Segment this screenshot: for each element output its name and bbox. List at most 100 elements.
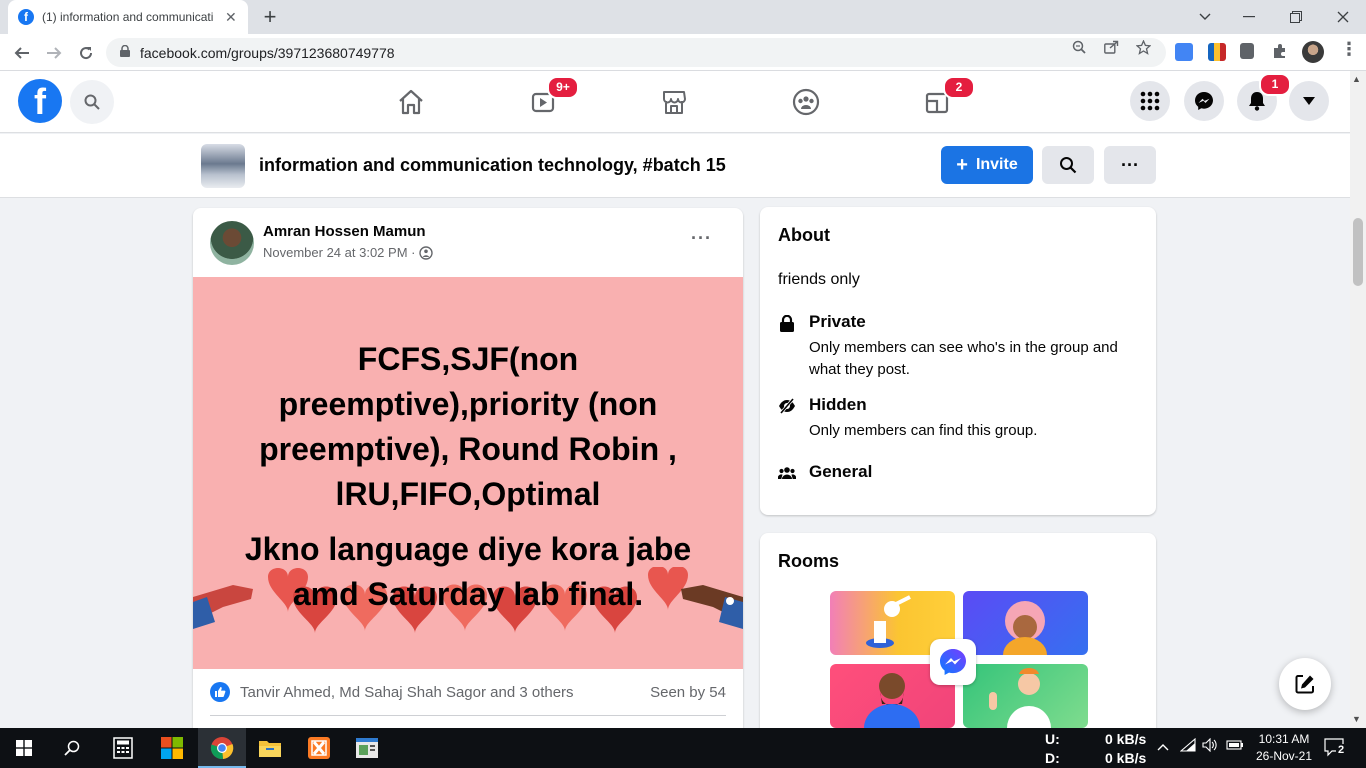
address-bar[interactable]: facebook.com/groups/397123680749778	[106, 38, 1166, 67]
watch-nav-button[interactable]: 9+	[525, 76, 579, 120]
new-tab-button[interactable]: +	[258, 5, 282, 29]
google-translate-icon[interactable]	[1175, 43, 1193, 61]
watch-badge: 9+	[547, 76, 579, 99]
tray-chevron-up-icon[interactable]	[1157, 738, 1169, 754]
post-meta: November 24 at 3:02 PM ·	[263, 245, 434, 260]
window-app-icon[interactable]	[353, 734, 381, 762]
back-button[interactable]	[8, 39, 36, 67]
xampp-app-icon[interactable]	[305, 734, 333, 762]
home-nav-button[interactable]	[393, 84, 429, 120]
minimize-button[interactable]	[1226, 0, 1272, 34]
browser-menu-icon[interactable]: ⋮	[1340, 39, 1358, 60]
reactions-names[interactable]: Tanvir Ahmed, Md Sahaj Shah Sagor and 3 …	[240, 684, 574, 701]
gaming-nav-button[interactable]: 2	[919, 76, 975, 120]
copy-extension-icon[interactable]	[1240, 43, 1254, 59]
notifications-badge: 1	[1259, 73, 1291, 96]
reactions-summary[interactable]: Tanvir Ahmed, Md Sahaj Shah Sagor and 3 …	[210, 682, 574, 702]
tab-title: (1) information and communicati	[42, 10, 214, 24]
group-cover-thumbnail[interactable]	[201, 144, 245, 188]
about-card: About friends only Private Only members …	[760, 207, 1156, 515]
facebook-search-button[interactable]	[70, 80, 114, 124]
invite-button[interactable]: + Invite	[941, 146, 1033, 184]
groups-nav-button[interactable]	[788, 84, 824, 120]
group-more-button[interactable]: ···	[1104, 146, 1156, 184]
about-item-title: Private	[809, 312, 866, 331]
post-timestamp[interactable]: November 24 at 3:02 PM ·	[263, 245, 415, 260]
eye-slash-icon	[778, 397, 796, 415]
reload-button[interactable]	[72, 39, 100, 67]
audience-friends-icon	[419, 245, 434, 260]
battery-icon[interactable]	[1226, 738, 1244, 754]
search-icon	[1060, 157, 1077, 174]
windows-start-icon[interactable]	[10, 734, 38, 762]
about-item-subtitle: Only members can see who's in the group …	[809, 339, 1118, 378]
restore-button[interactable]	[1273, 0, 1319, 34]
author-avatar[interactable]	[210, 221, 254, 265]
page-scrollbar[interactable]	[1350, 71, 1366, 728]
url-text[interactable]: facebook.com/groups/397123680749778	[140, 45, 395, 61]
taskbar-search-icon[interactable]	[58, 734, 86, 762]
action-center-count: 2	[1336, 744, 1347, 756]
home-icon	[399, 89, 423, 115]
post-image-text-topics: FCFS,SJF(non preemptive),priority (non p…	[259, 341, 677, 512]
office-app-icon[interactable]	[158, 734, 186, 762]
scroll-down-arrow-icon[interactable]: ▼	[1352, 714, 1361, 724]
share-icon[interactable]	[1104, 40, 1119, 57]
calculator-app-icon[interactable]	[109, 734, 137, 762]
post-divider	[210, 715, 726, 716]
new-message-button[interactable]	[1279, 658, 1331, 710]
messenger-icon	[1195, 92, 1213, 110]
extensions-puzzle-icon[interactable]	[1272, 43, 1290, 61]
page-scrollbar-thumb[interactable]	[1353, 218, 1363, 286]
lock-icon[interactable]	[120, 44, 130, 60]
about-description: friends only	[778, 271, 860, 288]
volume-icon[interactable]	[1202, 737, 1218, 755]
network-speed-labels: U: D:	[1045, 730, 1060, 768]
facebook-logo[interactable]: f	[18, 79, 62, 123]
post-more-button[interactable]: ···	[691, 228, 712, 249]
wifi-icon[interactable]	[1179, 737, 1196, 755]
close-tab-icon[interactable]: ✕	[225, 9, 237, 26]
zoom-icon[interactable]	[1072, 40, 1086, 57]
search-icon	[84, 94, 100, 110]
close-window-button[interactable]	[1320, 0, 1366, 34]
people-icon	[778, 464, 796, 482]
post-card: Amran Hossen Mamun November 24 at 3:02 P…	[193, 208, 743, 738]
room-illustration-tile	[963, 591, 1088, 655]
forward-button[interactable]	[40, 39, 68, 67]
facebook-header: f 9+ 2 1	[0, 71, 1350, 133]
messenger-rooms-icon	[930, 639, 976, 685]
browser-tab[interactable]: f (1) information and communicati ✕	[8, 0, 248, 34]
post-image[interactable]: FCFS,SJF(non preemptive),priority (non p…	[193, 277, 743, 669]
file-explorer-icon[interactable]	[256, 734, 284, 762]
grid-menu-icon	[1140, 91, 1160, 111]
caret-down-icon	[1303, 97, 1315, 105]
flag-extension-icon[interactable]	[1208, 43, 1226, 61]
group-search-button[interactable]	[1042, 146, 1094, 184]
action-center-button[interactable]: 2	[1324, 737, 1347, 760]
about-title: About	[778, 225, 830, 245]
profile-avatar[interactable]	[1302, 41, 1324, 63]
notifications-button[interactable]: 1	[1237, 73, 1291, 121]
chrome-app-icon[interactable]	[208, 734, 236, 762]
post-author[interactable]: Amran Hossen Mamun	[263, 223, 426, 240]
like-reaction-icon	[210, 682, 230, 702]
seen-count[interactable]: Seen by 54	[650, 684, 726, 701]
menu-button[interactable]	[1130, 81, 1170, 121]
window-list-icon[interactable]	[1182, 0, 1228, 34]
marketplace-nav-button[interactable]	[656, 84, 692, 120]
upload-label: U:	[1045, 731, 1060, 747]
scroll-up-arrow-icon[interactable]: ▲	[1352, 74, 1361, 84]
rooms-title: Rooms	[778, 551, 840, 571]
plus-icon: +	[956, 153, 968, 176]
system-clock[interactable]: 10:31 AM 26-Nov-21	[1248, 731, 1320, 765]
bookmark-star-icon[interactable]	[1135, 39, 1152, 58]
gaming-badge: 2	[943, 76, 975, 99]
marketplace-icon	[663, 91, 686, 114]
group-name[interactable]: information and communication technology…	[259, 155, 726, 176]
download-label: D:	[1045, 750, 1060, 766]
groups-icon	[792, 88, 820, 116]
about-item-subtitle: Only members can find this group.	[809, 422, 1038, 439]
account-button[interactable]	[1289, 81, 1329, 121]
messenger-button[interactable]	[1184, 81, 1224, 121]
